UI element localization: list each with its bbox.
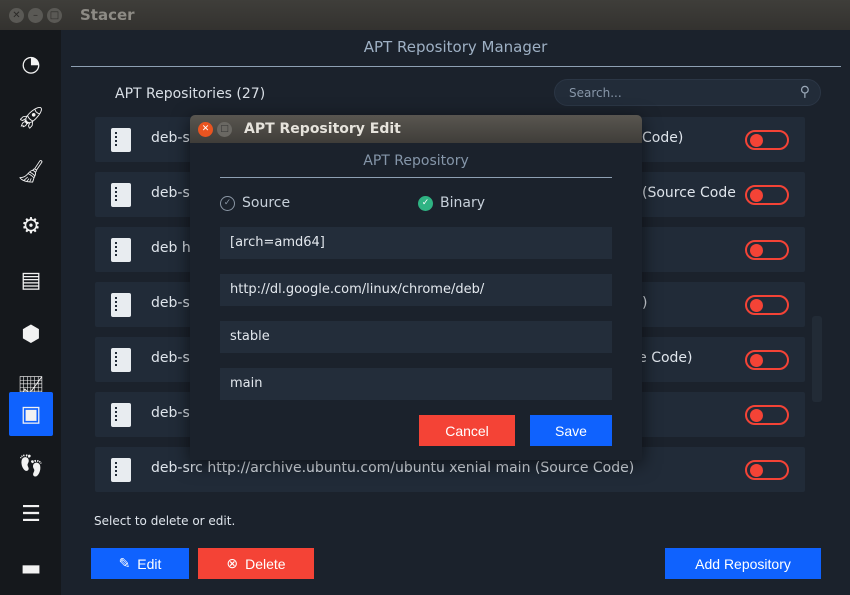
edit-button[interactable]: ✎ Edit: [91, 548, 189, 579]
dialog-title: APT Repository Edit: [244, 121, 401, 137]
pencil-icon: ✎: [118, 555, 131, 571]
source-label: Source: [242, 195, 291, 211]
sidebar-item-feedback[interactable]: ▬: [9, 546, 53, 590]
book-icon: [111, 458, 131, 482]
repository-text-end: ): [642, 295, 648, 311]
book-icon: [111, 403, 131, 427]
sidebar-item-settings[interactable]: ☰: [9, 492, 53, 536]
book-icon: [111, 128, 131, 152]
book-icon: [111, 183, 131, 207]
page-title: APT Repository Manager: [363, 38, 548, 56]
repository-text-end: (Source Code: [642, 185, 736, 201]
dialog-maximize-button[interactable]: □: [217, 121, 232, 137]
repository-toggle[interactable]: [745, 295, 789, 315]
sidebar-item-processes[interactable]: ▤: [9, 258, 53, 302]
repository-text: deb-src http://archive.ubuntu.com/ubuntu…: [151, 460, 635, 476]
uninstaller-icon: ⬢: [21, 321, 41, 347]
rocket-icon: 🚀︎: [17, 105, 45, 131]
divider: [71, 66, 841, 67]
dashboard-icon: ◔: [21, 51, 41, 77]
delete-label: Delete: [245, 555, 286, 572]
options-field[interactable]: [arch=amd64]: [220, 227, 612, 259]
processes-icon: ▤: [20, 267, 42, 293]
repository-toggle[interactable]: [745, 185, 789, 205]
sidebar-item-gnome-settings[interactable]: 👣︎: [9, 444, 53, 488]
save-button[interactable]: Save: [530, 415, 612, 446]
check-circle-icon: ✓: [418, 195, 433, 211]
sidebar-item-apt-repository[interactable]: ▣: [9, 392, 53, 436]
sidebar-item-services[interactable]: ⚙: [9, 204, 53, 248]
dialog-divider: [220, 177, 612, 178]
repository-text-end: Code): [642, 130, 684, 146]
maximize-window-button[interactable]: □: [47, 7, 62, 23]
close-window-button[interactable]: ✕: [9, 7, 24, 23]
apt-repository-edit-dialog: ✕ □ APT Repository Edit APT Repository ✓…: [190, 115, 642, 460]
settings-sliders-icon: ☰: [21, 501, 41, 527]
repository-text: deb-s: [151, 405, 190, 421]
distribution-field[interactable]: stable: [220, 321, 612, 353]
book-icon: [111, 238, 131, 262]
hint-text: Select to delete or edit.: [94, 514, 236, 528]
sidebar: ◔ 🚀︎ 🧹︎ ⚙ ▤ ⬢ 📈︎ ▣ 👣︎ ☰ ▬: [0, 30, 61, 595]
repository-text: deb-s: [151, 185, 190, 201]
dialog-titlebar: ✕ □ APT Repository Edit: [190, 115, 642, 143]
repository-count: APT Repositories (27): [115, 86, 266, 102]
window-titlebar: ✕ – □ Stacer: [0, 0, 850, 30]
book-icon: [111, 348, 131, 372]
uri-field[interactable]: http://dl.google.com/linux/chrome/deb/: [220, 274, 612, 306]
binary-radio[interactable]: ✓ Binary: [418, 195, 485, 211]
repository-text: deb-s: [151, 295, 190, 311]
components-field[interactable]: main: [220, 368, 612, 400]
delete-button[interactable]: ⊗ Delete: [198, 548, 314, 579]
sidebar-item-uninstaller[interactable]: ⬢: [9, 312, 53, 356]
repository-toggle[interactable]: [745, 130, 789, 150]
binary-label: Binary: [440, 195, 485, 211]
unchecked-icon: ✓: [220, 195, 235, 211]
book-icon: [111, 293, 131, 317]
source-radio[interactable]: ✓ Source: [220, 195, 290, 211]
sidebar-item-startup[interactable]: 🚀︎: [9, 96, 53, 140]
sidebar-item-dashboard[interactable]: ◔: [9, 42, 53, 86]
repository-toggle[interactable]: [745, 405, 789, 425]
repository-text: deb-s: [151, 130, 190, 146]
edit-label: Edit: [137, 555, 162, 572]
gears-icon: ⚙: [21, 213, 41, 239]
repository-text: deb-s: [151, 350, 190, 366]
broom-icon: 🧹︎: [17, 159, 45, 185]
repository-toggle[interactable]: [745, 460, 789, 480]
sidebar-item-cleaner[interactable]: 🧹︎: [9, 150, 53, 194]
feedback-icon: ▬: [20, 555, 42, 581]
cancel-button[interactable]: Cancel: [419, 415, 515, 446]
repository-toggle[interactable]: [745, 350, 789, 370]
add-repository-button[interactable]: Add Repository: [665, 548, 821, 579]
dialog-close-button[interactable]: ✕: [198, 121, 213, 137]
minimize-window-button[interactable]: –: [28, 7, 43, 23]
repository-toggle[interactable]: [745, 240, 789, 260]
repository-text: deb h: [151, 240, 191, 256]
package-icon: ▣: [20, 401, 42, 427]
gnome-icon: 👣︎: [17, 453, 45, 479]
search-input[interactable]: Search... ⚲: [554, 79, 821, 106]
search-icon: ⚲: [799, 84, 810, 100]
dialog-subtitle: APT Repository: [363, 153, 469, 169]
window-title: Stacer: [80, 6, 135, 24]
search-placeholder: Search...: [569, 86, 622, 100]
delete-circle-icon: ⊗: [226, 555, 239, 571]
scrollbar[interactable]: [812, 316, 822, 402]
